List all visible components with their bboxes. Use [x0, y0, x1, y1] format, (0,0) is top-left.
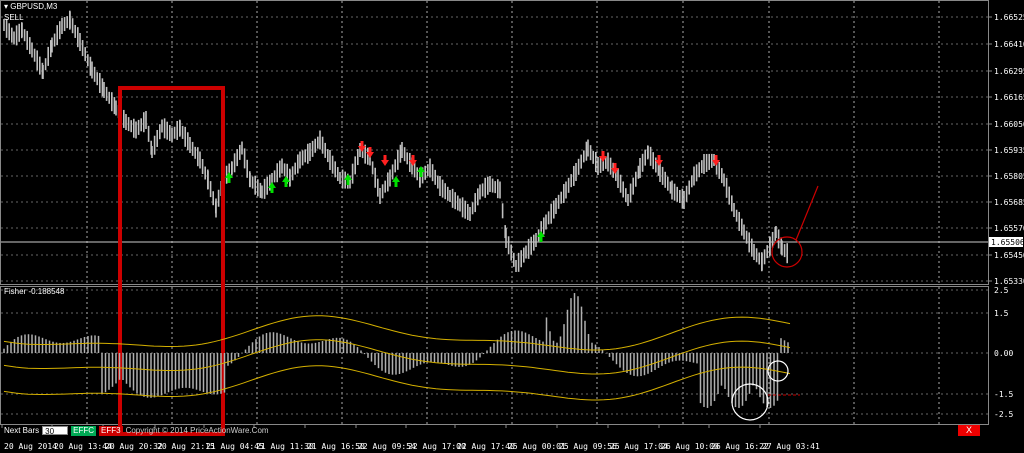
current-price-label: 1.65506 [991, 238, 1024, 247]
price-label: 1.65570 [994, 224, 1024, 233]
indicator-tick-label: -2.5 [994, 410, 1013, 419]
signal-label: SELL [4, 13, 24, 22]
symbol-title: ▾ GBPUSD,M3 [4, 2, 58, 11]
indicator-pane-frame [0, 286, 989, 425]
eff3-button[interactable]: EFF3 [99, 425, 123, 436]
indicator-tick-label: 0.00 [994, 349, 1013, 358]
indicator-tick-label: 1.5 [994, 309, 1009, 318]
price-label: 1.66410 [994, 40, 1024, 49]
next-bars-label: Next Bars [4, 426, 40, 435]
price-label: 1.66050 [994, 120, 1024, 129]
time-label: 25 Aug 17:04 [610, 442, 668, 451]
up-arrow-icon [417, 166, 425, 177]
indicator-tick-label: 2.5 [994, 286, 1009, 295]
time-label: 25 Aug 09:56 [559, 442, 617, 451]
control-panel: Next Bars 30 EFFC EFF3 Copyright © 2014 … [4, 425, 269, 436]
time-label: 22 Aug 17:40 [457, 442, 515, 451]
up-arrow-icon [282, 176, 290, 187]
price-label: 1.65685 [994, 198, 1024, 207]
annotation-line [795, 185, 819, 241]
time-label: 20 Aug 2014 [4, 442, 57, 451]
bars-input[interactable]: 30 [42, 426, 69, 436]
price-label: 1.65450 [994, 251, 1024, 260]
price-label: 1.66165 [994, 93, 1024, 102]
indicator-tick-label: -1.5 [994, 390, 1013, 399]
close-button[interactable]: X [958, 425, 980, 436]
down-arrow-icon [381, 155, 389, 166]
price-label: 1.65330 [994, 277, 1024, 286]
price-label: 1.65935 [994, 146, 1024, 155]
price-label: 1.65805 [994, 172, 1024, 181]
time-label: 27 Aug 03:41 [762, 442, 820, 451]
copyright-text: Copyright © 2014 PriceActionWare.Com [125, 426, 269, 435]
time-label: 26 Aug 16:22 [711, 442, 769, 451]
symbol-label: GBPUSD,M3 [10, 2, 58, 11]
time-label: 20 Aug 20:32 [105, 442, 163, 451]
effc-button[interactable]: EFFC [71, 425, 97, 436]
time-label: 21 Aug 11:30 [256, 442, 314, 451]
time-label: 21 Aug 16:50 [307, 442, 365, 451]
price-label: 1.66525 [994, 13, 1024, 22]
time-label: 20 Aug 13:44 [54, 442, 112, 451]
time-label: 25 Aug 00:01 [508, 442, 566, 451]
price-label: 1.66295 [994, 67, 1024, 76]
close-icon: X [965, 425, 972, 435]
chart-area[interactable]: 1.66525 1.66410 1.66295 1.66165 1.66050 1.659… [0, 0, 1024, 453]
indicator-title: Fisher -0.188548 [4, 287, 65, 296]
